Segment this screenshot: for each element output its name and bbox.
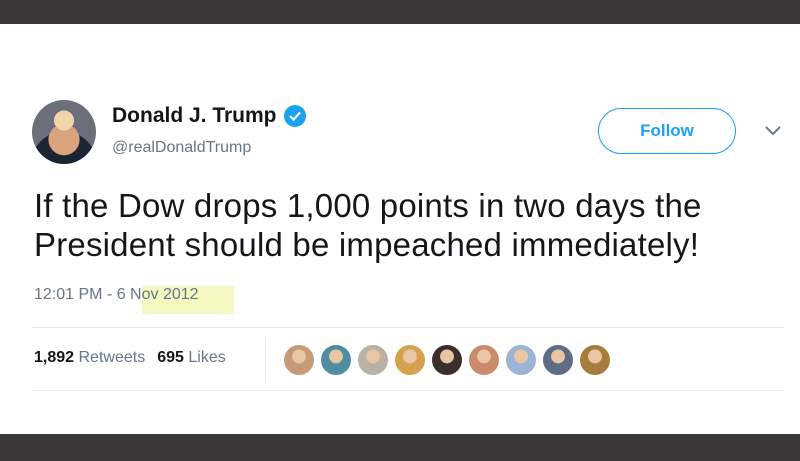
liker-avatar[interactable] <box>505 344 537 376</box>
liker-avatar[interactable] <box>579 344 611 376</box>
chevron-down-icon[interactable] <box>763 123 783 139</box>
liker-avatar[interactable] <box>357 344 389 376</box>
retweets-stat[interactable]: 1,892 Retweets <box>34 349 145 367</box>
liker-avatar[interactable] <box>320 344 352 376</box>
display-name[interactable]: Donald J. Trump <box>112 104 277 128</box>
liker-avatar[interactable] <box>394 344 426 376</box>
liker-avatars <box>283 344 611 376</box>
verified-badge-icon <box>283 105 306 127</box>
liker-avatar[interactable] <box>283 344 315 376</box>
liker-avatar[interactable] <box>431 344 463 376</box>
likes-count: 695 <box>157 349 184 366</box>
author-handle[interactable]: @realDonaldTrump <box>112 139 251 157</box>
tweet-text: If the Dow drops 1,000 points in two day… <box>34 187 702 263</box>
stats-separator <box>265 338 266 382</box>
divider <box>32 327 784 328</box>
follow-button[interactable]: Follow <box>598 108 736 154</box>
tweet-stats: 1,892 Retweets 695 Likes <box>34 349 226 367</box>
liker-avatar[interactable] <box>468 344 500 376</box>
author-name[interactable]: Donald J. Trump <box>112 104 306 128</box>
likes-label: Likes <box>188 349 226 366</box>
tweet-timestamp[interactable]: 12:01 PM - 6 Nov 2012 <box>34 286 199 304</box>
retweets-count: 1,892 <box>34 349 75 366</box>
retweets-label: Retweets <box>78 349 146 366</box>
liker-avatar[interactable] <box>542 344 574 376</box>
avatar[interactable] <box>32 100 96 164</box>
likes-stat[interactable]: 695 Likes <box>157 349 226 367</box>
divider <box>32 390 784 391</box>
